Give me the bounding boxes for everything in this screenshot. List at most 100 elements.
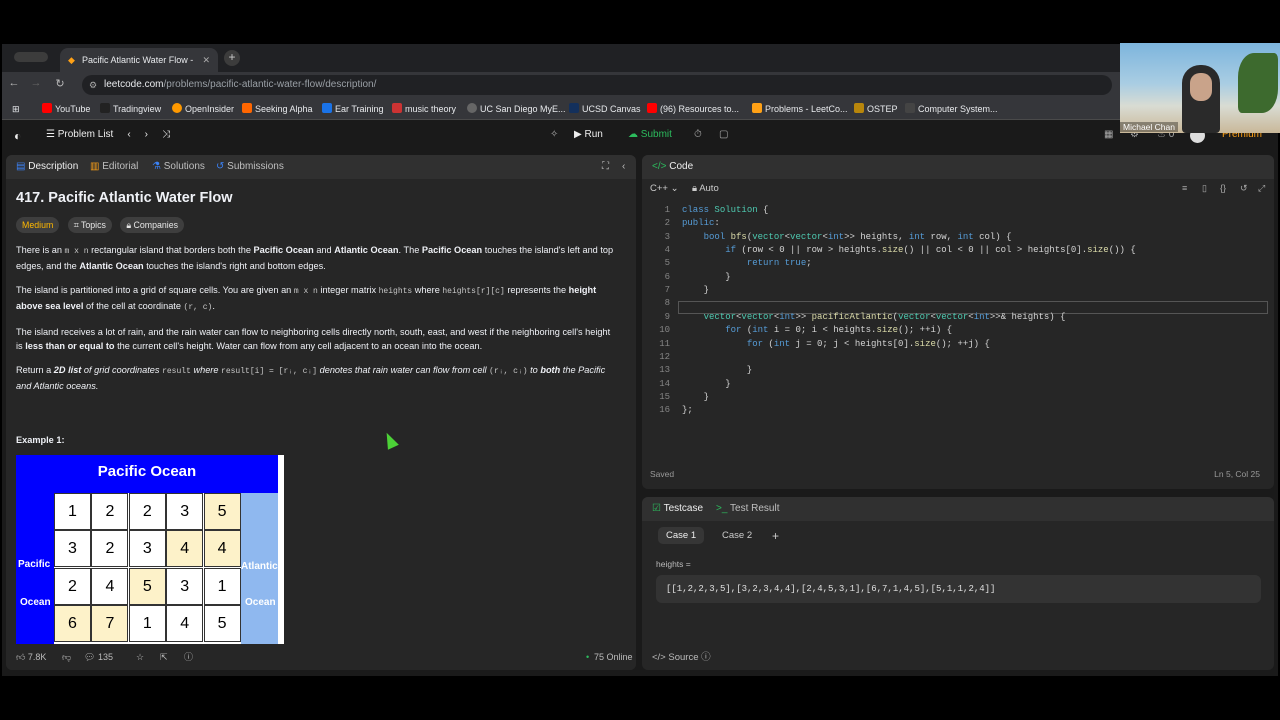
window-controls[interactable] bbox=[14, 52, 48, 62]
case-1-tab[interactable]: Case 1 bbox=[658, 527, 705, 544]
bookmark-computer-system[interactable]: Computer System... bbox=[905, 102, 998, 116]
bookmark-youtube[interactable]: YouTube bbox=[42, 102, 90, 116]
code-tab[interactable]: </> Code bbox=[652, 155, 693, 179]
timer-icon[interactable]: ⏱ bbox=[694, 129, 702, 140]
code-editor[interactable]: 1 class Solution {2 public: 3 bool bfs(vect… bbox=[642, 205, 1274, 489]
line-number: 13 bbox=[659, 365, 670, 376]
site-info-icon[interactable]: ⚙ bbox=[89, 75, 97, 95]
source-button[interactable]: </> Source ⓘ bbox=[652, 649, 711, 663]
submit-button[interactable]: ☁ Submit bbox=[628, 129, 672, 140]
code-line[interactable]: for (int j = 0; j < heights[0].size(); +… bbox=[682, 339, 990, 349]
reload-icon[interactable]: ↻ bbox=[52, 77, 68, 90]
description-footer: 👍︎ 7.8K 👎︎ 💬︎ 135 ☆ ⇱ ⓘ • 75 Online bbox=[6, 644, 636, 670]
auto-mode[interactable]: 🔒︎ Auto bbox=[692, 183, 719, 194]
paragraph-2: The island is partitioned into a grid of… bbox=[16, 285, 597, 312]
comments-button[interactable]: 💬︎ 135 bbox=[84, 644, 113, 670]
bookmark-icon[interactable]: ▯ bbox=[1202, 183, 1207, 194]
format-icon[interactable]: ≡ bbox=[1182, 183, 1187, 193]
bookmark-ucsd-canvas[interactable]: UCSD Canvas bbox=[569, 102, 641, 116]
case-2-tab[interactable]: Case 2 bbox=[714, 527, 760, 544]
code-line[interactable]: for (int i = 0; i < heights.size(); ++i)… bbox=[682, 325, 952, 335]
shuffle-icon[interactable]: ⤨ bbox=[162, 129, 170, 140]
grid-cell: 2 bbox=[91, 530, 129, 568]
presenter-face bbox=[1190, 73, 1212, 101]
expand-icon[interactable]: ⛶ bbox=[602, 155, 609, 179]
bookmark-openinsider[interactable]: OpenInsider bbox=[172, 102, 234, 116]
bookmark-seeking-alpha[interactable]: Seeking Alpha bbox=[242, 102, 313, 116]
problem-list-button[interactable]: ☰ Problem List ‹ › ⤨ bbox=[46, 129, 170, 140]
bookmark-ostep[interactable]: OSTEP bbox=[854, 102, 898, 116]
tab-solutions[interactable]: ⚗ Solutions bbox=[152, 155, 205, 179]
atlantic-label-2: Ocean bbox=[245, 597, 276, 608]
reset-icon[interactable]: ↺ bbox=[1240, 183, 1248, 194]
new-tab-button[interactable]: + bbox=[224, 50, 240, 66]
leetcode-logo-icon[interactable]: ◐ bbox=[14, 129, 21, 143]
difficulty-badge[interactable]: Medium bbox=[16, 217, 60, 233]
layout-icon[interactable]: ▦ bbox=[1104, 129, 1113, 140]
code-line[interactable]: bool bfs(vector<vector<int>> heights, in… bbox=[682, 232, 1012, 242]
tab-description[interactable]: ▤ Description bbox=[16, 155, 78, 179]
topics-tag[interactable]: ⌗ Topics bbox=[67, 217, 112, 233]
browser-tab[interactable]: ◆ Pacific Atlantic Water Flow - ✕ bbox=[60, 48, 218, 72]
tab-testcase[interactable]: ☑ Testcase bbox=[652, 497, 703, 521]
bookmark-ear-training[interactable]: Ear Training bbox=[322, 102, 384, 116]
fullscreen-icon[interactable]: ⤢ bbox=[1258, 183, 1265, 194]
bookmark-problems-leetcode[interactable]: Problems - LeetCo... bbox=[752, 102, 848, 116]
example-heading: Example 1: bbox=[16, 435, 65, 445]
paragraph-4: Return a 2D list of grid coordinates res… bbox=[16, 365, 606, 391]
code-line[interactable]: if (row < 0 || row > heights.size() || c… bbox=[682, 245, 1136, 255]
code-line[interactable]: } bbox=[682, 379, 730, 389]
lock-icon: 🔒︎ bbox=[692, 183, 698, 194]
bookmark-tradingview[interactable]: Tradingview bbox=[100, 102, 161, 116]
debug-icon[interactable]: ✧ bbox=[550, 129, 558, 140]
tab-editorial[interactable]: ▥ Editorial bbox=[90, 155, 138, 179]
line-number: 14 bbox=[659, 378, 670, 389]
close-tab-icon[interactable]: ✕ bbox=[202, 48, 210, 72]
editorial-icon: ▥ bbox=[90, 161, 100, 172]
heights-label: heights = bbox=[656, 559, 691, 569]
description-icon: ▤ bbox=[16, 161, 26, 172]
apps-icon[interactable]: ⊞ bbox=[12, 102, 20, 116]
code-line[interactable]: class Solution { bbox=[682, 205, 768, 215]
address-bar[interactable]: ⚙ leetcode.com/problems/pacific-atlantic… bbox=[82, 75, 1112, 95]
code-line[interactable]: vector<vector<int>> pacificAtlantic(vect… bbox=[682, 312, 1066, 322]
bookmark-music-theory[interactable]: music theory bbox=[392, 102, 456, 116]
collapse-icon[interactable]: ‹ bbox=[622, 155, 625, 179]
submissions-icon: ↺ bbox=[216, 161, 225, 172]
language-select[interactable]: C++ ⌄ bbox=[650, 183, 679, 194]
code-line[interactable]: } bbox=[682, 285, 709, 295]
back-icon[interactable]: ← bbox=[6, 77, 22, 89]
line-number: 6 bbox=[664, 271, 670, 282]
code-line[interactable]: } bbox=[682, 392, 709, 402]
star-icon[interactable]: ☆ bbox=[136, 644, 144, 670]
add-case-icon[interactable]: + bbox=[772, 529, 779, 543]
line-number: 11 bbox=[659, 338, 670, 349]
leetcode-favicon-icon: ◆ bbox=[68, 55, 75, 65]
notes-icon[interactable]: ▢ bbox=[719, 129, 728, 140]
run-button[interactable]: ▶ Run bbox=[574, 129, 603, 140]
testcase-tabs: ☑ Testcase >_ Test Result bbox=[642, 497, 1274, 521]
code-line[interactable]: } bbox=[682, 272, 730, 282]
tab-test-result[interactable]: >_ Test Result bbox=[716, 497, 779, 521]
dislike-icon[interactable]: 👎︎ bbox=[62, 644, 71, 670]
share-icon[interactable]: ⇱ bbox=[160, 644, 168, 670]
help-icon[interactable]: ⓘ bbox=[184, 644, 193, 670]
grid-cell: 1 bbox=[54, 493, 91, 530]
code-line[interactable]: }; bbox=[682, 405, 693, 415]
braces-icon[interactable]: {} bbox=[1220, 183, 1226, 193]
prev-problem-icon[interactable]: ‹ bbox=[127, 129, 130, 140]
grid-cell: 1 bbox=[128, 605, 166, 643]
line-number: 4 bbox=[664, 245, 670, 256]
forward-icon[interactable]: → bbox=[28, 77, 44, 89]
bookmark-ucsd-mye[interactable]: UC San Diego MyE... bbox=[467, 102, 566, 116]
saved-status: Saved bbox=[650, 469, 675, 479]
companies-tag[interactable]: 🔒︎ Companies bbox=[120, 217, 185, 233]
code-line[interactable]: } bbox=[682, 365, 752, 375]
bookmark-resources[interactable]: (96) Resources to... bbox=[647, 102, 739, 116]
code-line[interactable]: public: bbox=[682, 218, 720, 228]
heights-input[interactable]: [[1,2,2,3,5],[3,2,3,4,4],[2,4,5,3,1],[6,… bbox=[656, 575, 1261, 603]
next-problem-icon[interactable]: › bbox=[145, 129, 148, 140]
like-button[interactable]: 👍︎ 7.8K bbox=[16, 644, 46, 670]
code-line[interactable]: return true; bbox=[682, 258, 812, 268]
tab-submissions[interactable]: ↺ Submissions bbox=[216, 155, 284, 179]
